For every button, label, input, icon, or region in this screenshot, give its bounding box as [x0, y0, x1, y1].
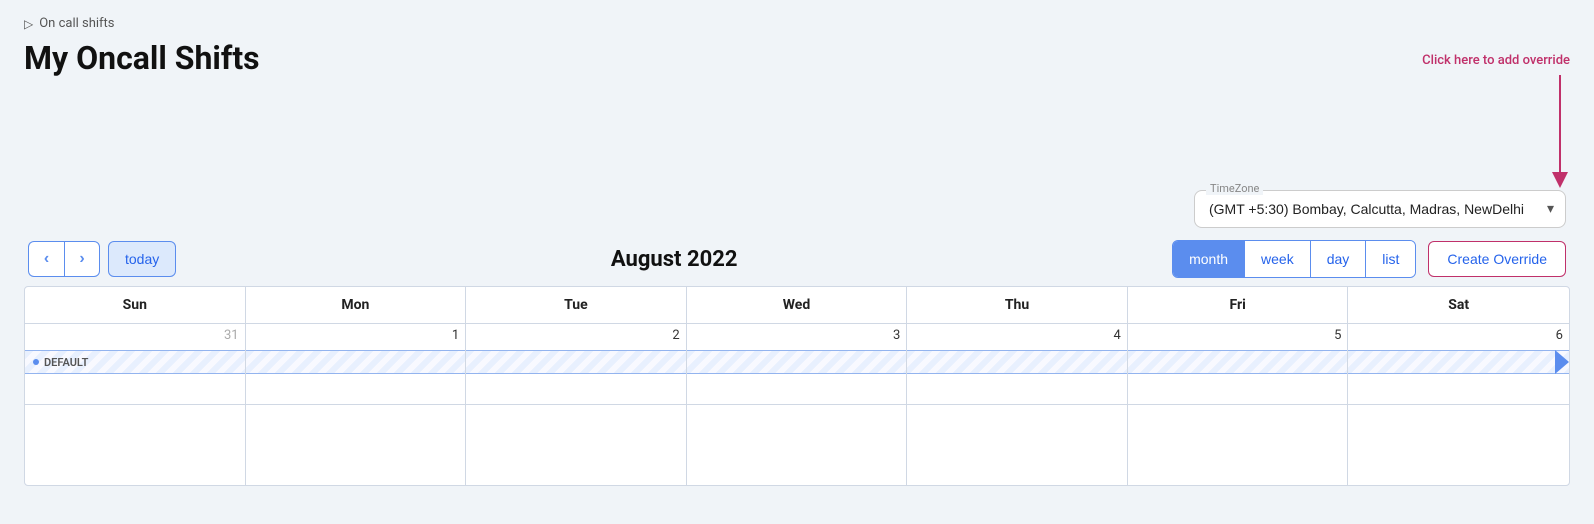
- header-sat: Sat: [1348, 287, 1569, 323]
- calendar-week-row-1: 31 DEFAULT 1 2 3 4: [25, 324, 1569, 405]
- header-fri: Fri: [1128, 287, 1349, 323]
- default-event-6[interactable]: [1348, 350, 1569, 374]
- calendar-week-row-2: [25, 405, 1569, 485]
- cell-empty-5[interactable]: [907, 405, 1128, 485]
- view-buttons-group: month week day list: [1172, 240, 1416, 278]
- cell-4[interactable]: 4: [907, 324, 1128, 404]
- cell-31[interactable]: 31 DEFAULT: [25, 324, 246, 404]
- hint-arrow: [1540, 70, 1570, 190]
- controls-left: ‹ › today: [28, 241, 176, 277]
- cell-6[interactable]: 6: [1348, 324, 1569, 404]
- event-label: DEFAULT: [44, 356, 88, 369]
- cell-3[interactable]: 3: [687, 324, 908, 404]
- prev-button[interactable]: ‹: [28, 241, 64, 277]
- next-button[interactable]: ›: [64, 241, 100, 277]
- breadcrumb-icon: ▷: [24, 17, 33, 31]
- breadcrumb-label[interactable]: On call shifts: [39, 16, 114, 31]
- controls-right: month week day list Create Override: [1172, 240, 1566, 278]
- event-dot: [33, 359, 39, 365]
- calendar-month-title: August 2022: [176, 247, 1172, 272]
- header-tue: Tue: [466, 287, 687, 323]
- cell-empty-3[interactable]: [466, 405, 687, 485]
- calendar-grid: Sun Mon Tue Wed Thu Fri Sat 31 DEFAULT 1: [24, 286, 1570, 486]
- breadcrumb: ▷ On call shifts: [24, 16, 1570, 31]
- calendar-header-row: Sun Mon Tue Wed Thu Fri Sat: [25, 287, 1569, 324]
- cell-1[interactable]: 1: [246, 324, 467, 404]
- cell-empty-4[interactable]: [687, 405, 908, 485]
- header-sun: Sun: [25, 287, 246, 323]
- cell-empty-6[interactable]: [1128, 405, 1349, 485]
- event-end-arrow: [1555, 350, 1569, 374]
- toolbar-row: TimeZone (GMT +5:30) Bombay, Calcutta, M…: [24, 190, 1570, 228]
- cell-date-2: 2: [472, 328, 680, 343]
- cell-date-5: 5: [1134, 328, 1342, 343]
- create-override-button[interactable]: Create Override: [1428, 241, 1566, 277]
- default-event-4[interactable]: [907, 350, 1127, 374]
- chevron-left-icon: ‹: [44, 250, 49, 268]
- view-list-button[interactable]: list: [1366, 241, 1415, 277]
- cell-2[interactable]: 2: [466, 324, 687, 404]
- view-day-button[interactable]: day: [1311, 241, 1367, 277]
- default-event-3[interactable]: [687, 350, 907, 374]
- default-event-1[interactable]: [246, 350, 466, 374]
- cell-empty-7[interactable]: [1348, 405, 1569, 485]
- cell-5[interactable]: 5: [1128, 324, 1349, 404]
- today-button[interactable]: today: [108, 241, 176, 277]
- timezone-label: TimeZone: [1206, 182, 1263, 195]
- chevron-right-icon: ›: [79, 250, 84, 268]
- default-event-2[interactable]: [466, 350, 686, 374]
- header-mon: Mon: [246, 287, 467, 323]
- header-thu: Thu: [907, 287, 1128, 323]
- default-event-5[interactable]: [1128, 350, 1348, 374]
- calendar-controls-bar: ‹ › today August 2022 month week day lis…: [24, 240, 1570, 278]
- cell-date-31: 31: [31, 328, 239, 343]
- cell-date-3: 3: [693, 328, 901, 343]
- header-wed: Wed: [687, 287, 908, 323]
- timezone-wrapper: TimeZone (GMT +5:30) Bombay, Calcutta, M…: [1194, 190, 1566, 228]
- cell-date-6: 6: [1354, 328, 1563, 343]
- add-override-hint: Click here to add override: [1422, 53, 1570, 68]
- view-week-button[interactable]: week: [1245, 241, 1311, 277]
- cell-date-4: 4: [913, 328, 1121, 343]
- cell-date-1: 1: [252, 328, 460, 343]
- page-title: My Oncall Shifts: [24, 39, 260, 77]
- cell-empty-2[interactable]: [246, 405, 467, 485]
- cell-empty-1[interactable]: [25, 405, 246, 485]
- timezone-select[interactable]: (GMT +5:30) Bombay, Calcutta, Madras, Ne…: [1194, 190, 1566, 228]
- default-event[interactable]: DEFAULT: [25, 350, 245, 374]
- view-month-button[interactable]: month: [1173, 241, 1245, 277]
